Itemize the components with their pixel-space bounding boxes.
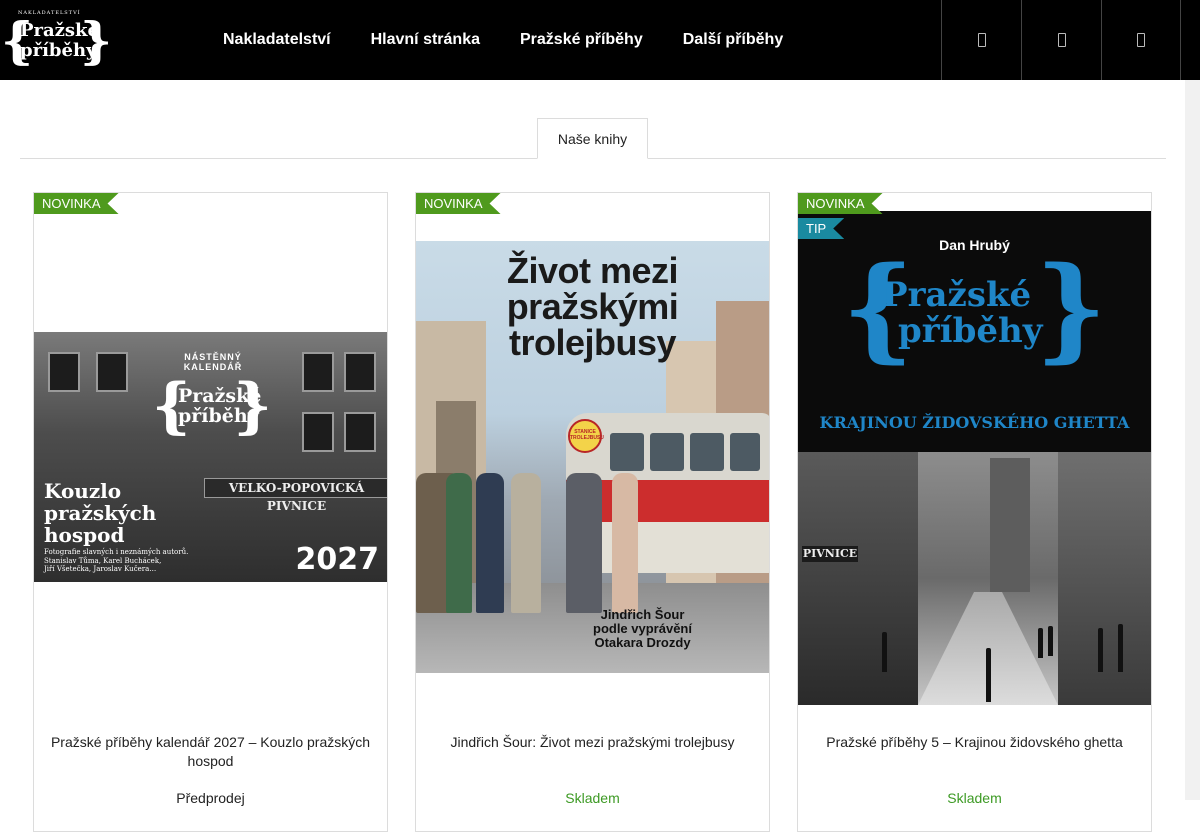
cover-title: Život mezi pražskými trolejbusy [506,250,679,363]
cover-photo: PIVNICE [798,452,1151,705]
product-title[interactable]: Jindřich Šour: Život mezi pražskými trol… [430,733,755,752]
cover-author: Jindřich Šour podle vyprávění Otakara Dr… [593,607,692,650]
product-image[interactable]: NÁSTĚNNÝ KALENDÁŘ { Pražské příběhy } VE… [34,332,387,582]
product-image[interactable]: Dan Hrubý { Pražské příběhy } KRAJINOU Ž… [798,211,1151,705]
page-scrollbar[interactable] [1185,80,1200,800]
cart-button[interactable] [1101,0,1181,80]
search-button[interactable] [941,0,1021,80]
cover-year: 2027 [295,542,380,577]
main-nav: Nakladatelství Hlavní stránka Pražské př… [203,0,803,80]
product-title[interactable]: Pražské příběhy 5 – Krajinou židovského … [812,733,1137,752]
product-title[interactable]: Pražské příběhy kalendář 2027 – Kouzlo p… [48,733,373,771]
stock-status: Předprodej [176,790,245,806]
logo-right-brace: } [80,11,113,70]
product-image[interactable]: Život mezi pražskými trolejbusy STANICE … [416,241,769,673]
tab-nase-knihy[interactable]: Naše knihy [537,118,648,159]
search-icon [977,33,986,47]
cover-title: Kouzlo pražských hospod [44,479,157,547]
site-header: NAKLADATELSTVÍ { Pražské příběhy } Nakla… [0,0,1200,80]
product-card[interactable]: NOVINKA NÁSTĚNNÝ KALENDÁŘ { Pražské příb… [33,192,388,832]
stock-status: Skladem [565,790,620,806]
product-card[interactable]: NOVINKA Život mezi pražskými trolejbusy … [415,192,770,832]
cover-subtitle: KRAJINOU ŽIDOVSKÉHO GHETTA [819,413,1130,432]
header-actions [941,0,1181,80]
cover-logo: { Pražské příběhy } [152,371,272,441]
cover-subtitle: Fotografie slavných i neznámých autorů. … [44,548,189,573]
user-icon [1057,33,1066,47]
cover-logo: { Pražské příběhy } [842,243,1107,374]
cover-pub-sign: PIVNICE [802,546,858,562]
cart-icon [1137,33,1145,47]
nav-link-hlavni-stranka[interactable]: Hlavní stránka [351,0,500,80]
account-button[interactable] [1021,0,1101,80]
site-logo[interactable]: NAKLADATELSTVÍ { Pražské příběhy } [1,8,112,72]
nav-link-nakladatelstvi[interactable]: Nakladatelství [203,0,351,80]
product-card[interactable]: NOVINKA TIP Dan Hrubý { Pražské příběhy … [797,192,1152,832]
cover-pub-sign: VELKO-POPOVICKÁ PIVNICE [204,478,387,513]
badge-new: NOVINKA [416,193,501,214]
nav-link-dalsi-pribehy[interactable]: Další příběhy [663,0,803,80]
cover-stop-sign: STANICE TROLEJBUSU [568,419,604,453]
nav-link-prazske-pribehy[interactable]: Pražské příběhy [500,0,663,80]
badge-new: NOVINKA [34,193,119,214]
badge-new: NOVINKA [798,193,883,214]
cover-calendar-label: NÁSTĚNNÝ KALENDÁŘ [183,352,243,372]
stock-status: Skladem [947,790,1002,806]
